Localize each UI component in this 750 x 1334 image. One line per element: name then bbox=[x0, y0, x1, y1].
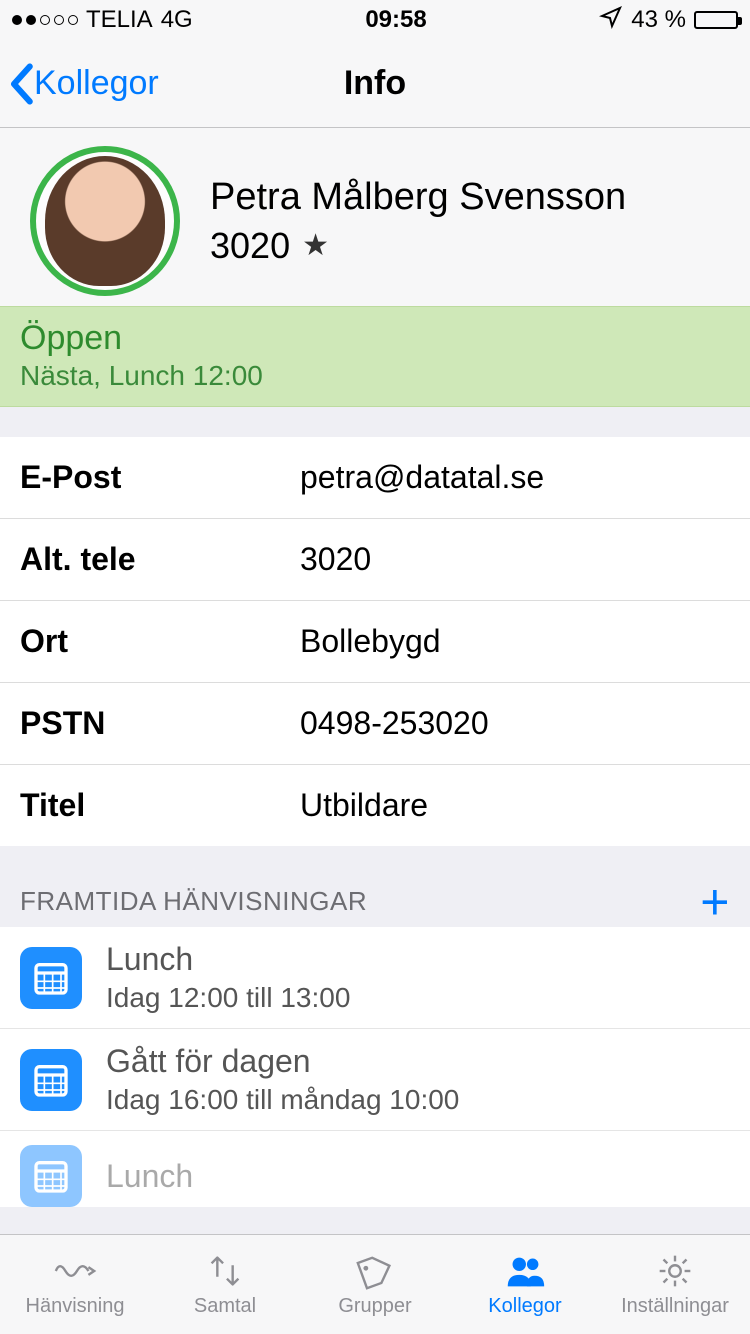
profile-name: Petra Målberg Svensson bbox=[210, 176, 730, 219]
future-sub: Idag 12:00 till 13:00 bbox=[106, 982, 350, 1014]
tags-icon bbox=[352, 1251, 398, 1291]
tab-label: Inställningar bbox=[621, 1295, 729, 1318]
detail-label: PSTN bbox=[20, 705, 300, 742]
tab-label: Kollegor bbox=[488, 1295, 561, 1318]
tab-label: Grupper bbox=[338, 1295, 411, 1318]
network-label: 4G bbox=[161, 6, 193, 34]
status-bar: TELIA 4G 09:58 43 % bbox=[0, 0, 750, 40]
detail-row-pstn[interactable]: PSTN 0498-253020 bbox=[0, 683, 750, 765]
presence-sub: Nästa, Lunch 12:00 bbox=[20, 360, 730, 392]
signal-dots-icon bbox=[12, 15, 78, 25]
back-button[interactable]: Kollegor bbox=[0, 63, 159, 105]
detail-label: E-Post bbox=[20, 459, 300, 496]
future-title: Lunch bbox=[106, 1158, 193, 1195]
tab-hanvisning[interactable]: Hänvisning bbox=[0, 1235, 150, 1334]
detail-value: Bollebygd bbox=[300, 623, 730, 660]
future-row[interactable]: Gått för dagen Idag 16:00 till måndag 10… bbox=[0, 1029, 750, 1131]
tabbar: Hänvisning Samtal Grupper Kollegor Instä… bbox=[0, 1234, 750, 1334]
tab-label: Hänvisning bbox=[26, 1295, 125, 1318]
gear-icon bbox=[652, 1251, 698, 1291]
tab-grupper[interactable]: Grupper bbox=[300, 1235, 450, 1334]
navbar: Kollegor Info bbox=[0, 40, 750, 128]
calendar-icon bbox=[20, 1145, 82, 1207]
detail-label: Alt. tele bbox=[20, 541, 300, 578]
future-row[interactable]: Lunch Idag 12:00 till 13:00 bbox=[0, 927, 750, 1029]
arrows-icon bbox=[202, 1251, 248, 1291]
presence-status[interactable]: Öppen Nästa, Lunch 12:00 bbox=[0, 306, 750, 407]
clock: 09:58 bbox=[365, 6, 426, 34]
people-icon bbox=[502, 1251, 548, 1291]
detail-label: Titel bbox=[20, 787, 300, 824]
detail-value: 0498-253020 bbox=[300, 705, 730, 742]
add-future-button[interactable]: + bbox=[700, 887, 730, 917]
detail-label: Ort bbox=[20, 623, 300, 660]
detail-value: Utbildare bbox=[300, 787, 730, 824]
future-title: Gått för dagen bbox=[106, 1043, 459, 1080]
profile-extension: 3020 bbox=[210, 225, 290, 267]
presence-title: Öppen bbox=[20, 319, 730, 358]
detail-row-ort[interactable]: Ort Bollebygd bbox=[0, 601, 750, 683]
detail-value: 3020 bbox=[300, 541, 730, 578]
avatar-image bbox=[45, 156, 165, 286]
back-label: Kollegor bbox=[34, 64, 159, 103]
tab-samtal[interactable]: Samtal bbox=[150, 1235, 300, 1334]
future-header-label: FRAMTIDA HÄNVISNINGAR bbox=[20, 886, 367, 917]
calendar-icon bbox=[20, 947, 82, 1009]
tab-label: Samtal bbox=[194, 1295, 256, 1318]
tab-installningar[interactable]: Inställningar bbox=[600, 1235, 750, 1334]
detail-row-email[interactable]: E-Post petra@datatal.se bbox=[0, 437, 750, 519]
detail-row-alttel[interactable]: Alt. tele 3020 bbox=[0, 519, 750, 601]
detail-value: petra@datatal.se bbox=[300, 459, 730, 496]
future-row[interactable]: Lunch bbox=[0, 1131, 750, 1207]
future-title: Lunch bbox=[106, 941, 350, 978]
location-icon bbox=[599, 5, 623, 36]
calendar-icon bbox=[20, 1049, 82, 1111]
content[interactable]: Petra Målberg Svensson 3020 ★ Öppen Näst… bbox=[0, 128, 750, 1234]
details-list: E-Post petra@datatal.se Alt. tele 3020 O… bbox=[0, 437, 750, 846]
future-sub: Idag 16:00 till måndag 10:00 bbox=[106, 1084, 459, 1116]
future-list: Lunch Idag 12:00 till 13:00 Gått för dag… bbox=[0, 927, 750, 1207]
tab-kollegor[interactable]: Kollegor bbox=[450, 1235, 600, 1334]
profile-header: Petra Målberg Svensson 3020 ★ bbox=[0, 128, 750, 306]
carrier-label: TELIA bbox=[86, 6, 153, 34]
future-section-header: FRAMTIDA HÄNVISNINGAR + bbox=[0, 846, 750, 927]
battery-pct: 43 % bbox=[631, 6, 686, 34]
detail-row-titel[interactable]: Titel Utbildare bbox=[0, 765, 750, 846]
avatar[interactable] bbox=[30, 146, 180, 296]
routing-icon bbox=[52, 1251, 98, 1291]
battery-icon bbox=[694, 11, 738, 29]
chevron-left-icon bbox=[8, 63, 34, 105]
star-icon[interactable]: ★ bbox=[302, 228, 329, 263]
